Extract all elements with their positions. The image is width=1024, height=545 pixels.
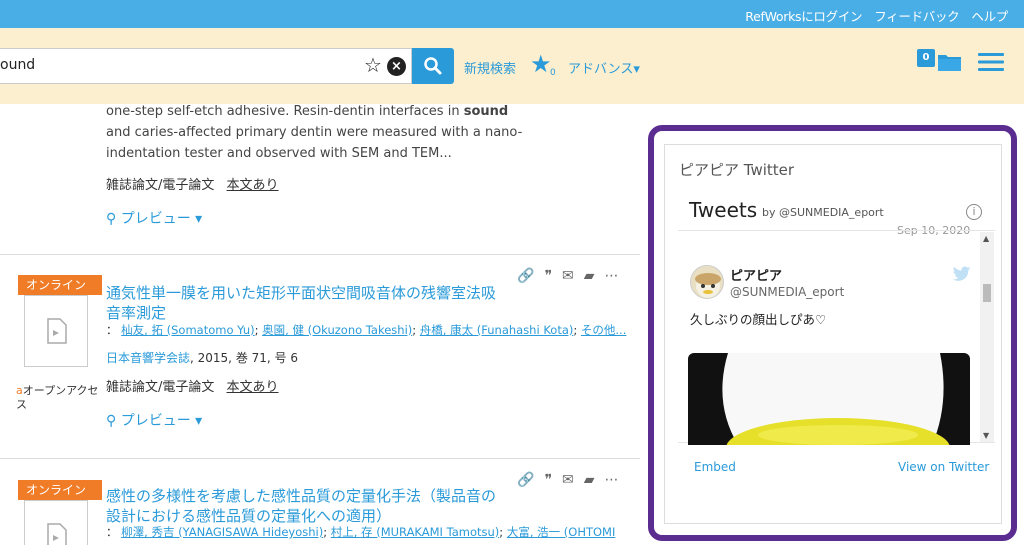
preview-button[interactable]: ⚲ プレビュー ▾: [106, 208, 202, 228]
add-folder-icon[interactable]: ▰: [584, 472, 595, 488]
folder-icon[interactable]: [937, 52, 963, 72]
document-icon: [47, 318, 67, 344]
result-title-link[interactable]: 通気性単一膜を用いた矩形平面状空間吸音体の残響室法吸音率測定: [106, 283, 506, 323]
abstract-line: one-step self-etch adhesive. Resin-denti…: [106, 104, 509, 119]
top-bar: RefWorksにログイン フィードバック ヘルプ: [0, 0, 1024, 28]
more-options-icon[interactable]: ⋯: [605, 472, 619, 488]
item-type: 雑誌論文/電子論文 本文あり: [106, 380, 279, 395]
add-folder-icon[interactable]: ▰: [584, 268, 595, 284]
top-links: RefWorksにログイン フィードバック ヘルプ: [745, 6, 1008, 25]
mail-icon[interactable]: ✉: [562, 268, 574, 284]
help-link[interactable]: ヘルプ: [971, 6, 1008, 25]
preview-button[interactable]: ⚲ プレビュー ▾: [106, 410, 202, 430]
abstract-line: and caries-affected primary dentin were …: [106, 125, 523, 140]
result-title-link[interactable]: 感性の多様性を考慮した感性品質の定量化手法（製品音の設計における感性品質の定量化…: [106, 486, 506, 526]
refworks-login-link[interactable]: RefWorksにログイン: [745, 6, 862, 25]
search-input-value: ound: [0, 57, 36, 73]
hamburger-menu-icon[interactable]: [978, 52, 1004, 72]
highlight-keyword: sound: [463, 104, 509, 119]
open-lock-icon: a: [16, 384, 23, 397]
document-thumbnail[interactable]: [24, 500, 88, 545]
document-icon: [47, 523, 67, 545]
journal-info: 日本音響学会誌, 2015, 巻 71, 号 6: [106, 351, 298, 365]
advanced-search-dropdown[interactable]: アドバンス▾: [568, 58, 640, 77]
item-actions: 🔗 ❞ ✉ ▰ ⋯: [517, 472, 619, 488]
abstract-line: indentation tester and observed with SEM…: [106, 146, 452, 161]
online-badge: オンライン: [18, 275, 102, 295]
online-badge: オンライン: [18, 480, 102, 500]
more-authors-link[interactable]: その他...: [581, 323, 626, 337]
divider: [0, 254, 640, 255]
fulltext-link[interactable]: 本文あり: [227, 380, 279, 395]
open-access-label: aオープンアクセス: [16, 384, 99, 411]
mail-icon[interactable]: ✉: [562, 472, 574, 488]
new-search-link[interactable]: 新規検索: [464, 58, 516, 77]
fulltext-link[interactable]: 本文あり: [227, 178, 279, 193]
document-thumbnail[interactable]: [24, 295, 88, 367]
item-actions: 🔗 ❞ ✉ ▰ ⋯: [517, 268, 619, 284]
clear-icon[interactable]: ×: [387, 57, 406, 76]
link-icon[interactable]: 🔗: [517, 268, 534, 284]
journal-link[interactable]: 日本音響学会誌: [106, 351, 190, 365]
feedback-link[interactable]: フィードバック: [874, 6, 959, 25]
author-link[interactable]: 村上, 存 (MURAKAMI Tamotsu): [331, 525, 500, 539]
preview-search-icon: ⚲: [106, 211, 117, 227]
link-icon[interactable]: 🔗: [517, 472, 534, 488]
author-link[interactable]: 杣友, 拓 (Somatomo Yu): [121, 323, 254, 337]
quote-icon[interactable]: ❞: [544, 268, 552, 284]
folder-count-badge: 0: [917, 49, 935, 67]
search-input[interactable]: ound ☆ ×: [0, 48, 412, 84]
search-bar: ound ☆ × 新規検索 ★ 0 アドバンス▾ 0: [0, 28, 1024, 104]
authors-line: ： 柳澤, 秀吉 (YANAGISAWA Hideyoshi); 村上, 存 (…: [106, 525, 616, 539]
results-list: one-step self-etch adhesive. Resin-denti…: [0, 104, 650, 545]
author-link[interactable]: 柳澤, 秀吉 (YANAGISAWA Hideyoshi): [121, 525, 323, 539]
favorites-count: 0: [550, 68, 556, 78]
quote-icon[interactable]: ❞: [544, 472, 552, 488]
item-type: 雑誌論文/電子論文 本文あり: [106, 178, 279, 193]
star-icon[interactable]: ☆: [364, 53, 382, 77]
author-link[interactable]: 大富, 浩一 (OHTOMI: [507, 525, 616, 539]
highlight-frame: [648, 125, 1017, 541]
more-options-icon[interactable]: ⋯: [605, 268, 619, 284]
authors-line: ： 杣友, 拓 (Somatomo Yu); 奥園, 健 (Okuzono Ta…: [106, 323, 627, 337]
search-button[interactable]: [412, 48, 454, 84]
divider: [0, 458, 640, 459]
preview-search-icon: ⚲: [106, 413, 117, 429]
search-icon: [424, 57, 442, 75]
author-link[interactable]: 舟橋, 康太 (Funahashi Kota): [420, 323, 574, 337]
favorites-star-icon[interactable]: ★: [530, 50, 552, 78]
author-link[interactable]: 奥園, 健 (Okuzono Takeshi): [262, 323, 412, 337]
